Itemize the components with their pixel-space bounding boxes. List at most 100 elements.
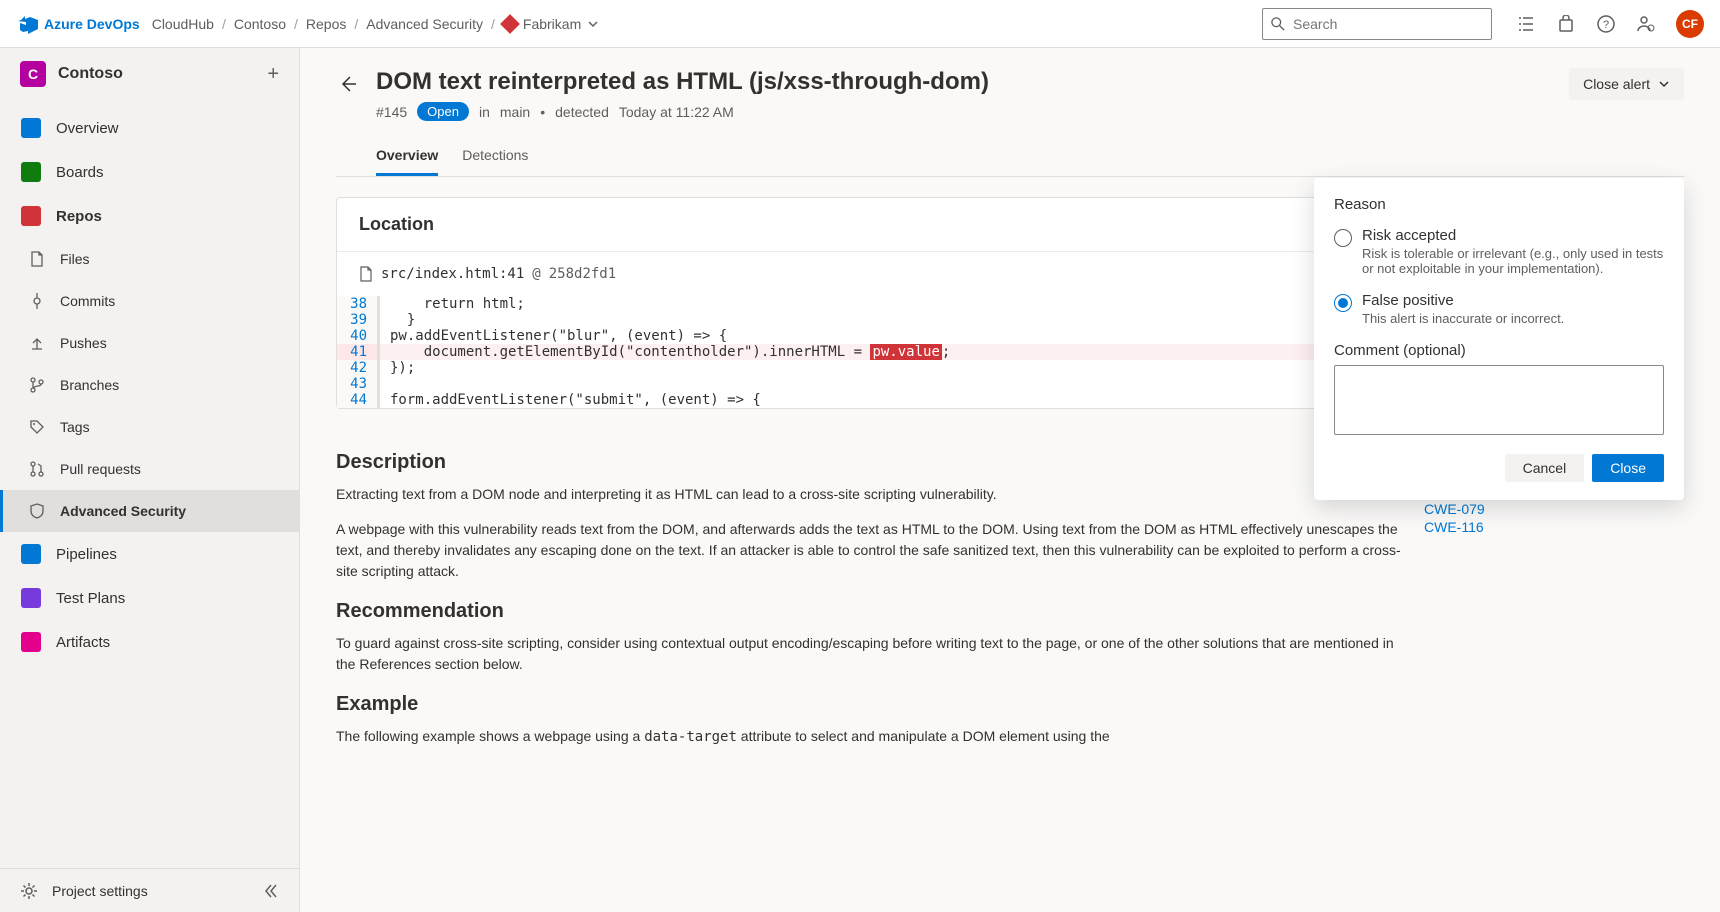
detected-time: Today at 11:22 AM bbox=[619, 104, 734, 120]
repo-diamond-icon bbox=[500, 14, 520, 34]
sidebar-item-branches[interactable]: Branches bbox=[0, 364, 299, 406]
close-reason-popover: Reason Risk acceptedRisk is tolerable or… bbox=[1314, 178, 1684, 500]
repo-name: Fabrikam bbox=[523, 16, 581, 32]
advanced-security-icon bbox=[28, 502, 46, 520]
search-input[interactable] bbox=[1293, 16, 1483, 32]
user-settings-icon[interactable] bbox=[1636, 14, 1656, 34]
avatar[interactable]: CF bbox=[1676, 10, 1704, 38]
description-p2: A webpage with this vulnerability reads … bbox=[336, 519, 1404, 582]
nav-label: Boards bbox=[56, 164, 104, 181]
pull-requests-icon bbox=[28, 460, 46, 478]
branches-icon bbox=[28, 376, 46, 394]
boards-icon bbox=[20, 161, 42, 183]
tab-overview[interactable]: Overview bbox=[376, 137, 438, 176]
weakness-link[interactable]: CWE-116 bbox=[1424, 519, 1684, 535]
pushes-icon bbox=[28, 334, 46, 352]
project-settings-label: Project settings bbox=[52, 883, 148, 899]
line-number: 44 bbox=[337, 392, 377, 408]
nav-label: Repos bbox=[56, 208, 102, 225]
breadcrumb: CloudHub / Contoso / Repos / Advanced Se… bbox=[152, 16, 600, 32]
breadcrumb-item[interactable]: Contoso bbox=[234, 16, 286, 32]
svg-text:?: ? bbox=[1603, 19, 1609, 31]
work-items-icon[interactable] bbox=[1516, 14, 1536, 34]
sidebar-item-overview[interactable]: Overview bbox=[0, 106, 299, 150]
nav-label: Pipelines bbox=[56, 546, 117, 563]
recommendation-heading: Recommendation bbox=[336, 600, 1404, 623]
brand-name[interactable]: Azure DevOps bbox=[44, 16, 140, 32]
chevron-down-icon bbox=[587, 18, 599, 30]
breadcrumb-item[interactable]: Repos bbox=[306, 16, 346, 32]
radio-label: False positive bbox=[1362, 292, 1564, 309]
nav-label: Commits bbox=[60, 293, 115, 309]
branch-name: main bbox=[500, 104, 530, 120]
radio-icon bbox=[1334, 294, 1352, 312]
search-icon bbox=[1271, 17, 1285, 31]
cancel-button[interactable]: Cancel bbox=[1505, 454, 1585, 482]
branch-prefix: in bbox=[479, 104, 490, 120]
line-number: 39 bbox=[337, 312, 377, 328]
radio-label: Risk accepted bbox=[1362, 227, 1664, 244]
description-p1: Extracting text from a DOM node and inte… bbox=[336, 484, 1404, 505]
gear-icon bbox=[20, 882, 38, 900]
azure-devops-logo[interactable] bbox=[16, 12, 40, 36]
sidebar-item-files[interactable]: Files bbox=[0, 238, 299, 280]
commits-icon bbox=[28, 292, 46, 310]
help-icon[interactable]: ? bbox=[1596, 14, 1616, 34]
nav-label: Artifacts bbox=[56, 634, 110, 651]
tab-detections[interactable]: Detections bbox=[462, 137, 528, 176]
breadcrumb-item[interactable]: CloudHub bbox=[152, 16, 214, 32]
pipelines-icon bbox=[20, 543, 42, 565]
status-badge: Open bbox=[417, 102, 469, 121]
breadcrumb-item[interactable]: Advanced Security bbox=[366, 16, 483, 32]
nav-label: Files bbox=[60, 251, 90, 267]
sidebar-footer[interactable]: Project settings bbox=[0, 868, 299, 912]
detected-prefix: detected bbox=[555, 104, 609, 120]
close-button[interactable]: Close bbox=[1592, 454, 1664, 482]
topbar: Azure DevOps CloudHub / Contoso / Repos … bbox=[0, 0, 1720, 48]
weakness-link[interactable]: CWE-079 bbox=[1424, 501, 1684, 517]
sidebar-item-commits[interactable]: Commits bbox=[0, 280, 299, 322]
project-name: Contoso bbox=[58, 65, 255, 83]
file-icon bbox=[359, 266, 373, 282]
radio-icon bbox=[1334, 229, 1352, 247]
tabs: Overview Detections bbox=[336, 137, 1684, 177]
nav-label: Overview bbox=[56, 120, 119, 137]
project-row[interactable]: C Contoso + bbox=[0, 48, 299, 100]
comment-input[interactable] bbox=[1334, 365, 1664, 435]
project-badge: C bbox=[20, 61, 46, 87]
add-icon[interactable]: + bbox=[267, 63, 279, 86]
sidebar-item-pushes[interactable]: Pushes bbox=[0, 322, 299, 364]
sidebar-item-artifacts[interactable]: Artifacts bbox=[0, 620, 299, 664]
tags-icon bbox=[28, 418, 46, 436]
radio-option-risk-accepted[interactable]: Risk acceptedRisk is tolerable or irrele… bbox=[1334, 227, 1664, 276]
collapse-icon[interactable] bbox=[263, 883, 279, 899]
sidebar-item-tags[interactable]: Tags bbox=[0, 406, 299, 448]
example-p: The following example shows a webpage us… bbox=[336, 726, 1404, 748]
nav-label: Tags bbox=[60, 419, 90, 435]
artifacts-icon bbox=[20, 631, 42, 653]
close-alert-button[interactable]: Close alert bbox=[1569, 68, 1684, 100]
recommendation-p: To guard against cross-site scripting, c… bbox=[336, 633, 1404, 675]
nav-label: Advanced Security bbox=[60, 503, 186, 519]
radio-option-false-positive[interactable]: False positive This alert is inaccurate o… bbox=[1334, 292, 1664, 326]
sidebar-item-pull-requests[interactable]: Pull requests bbox=[0, 448, 299, 490]
radio-description: This alert is inaccurate or incorrect. bbox=[1362, 311, 1564, 326]
repos-icon bbox=[20, 205, 42, 227]
sidebar-item-advanced-security[interactable]: Advanced Security bbox=[0, 490, 299, 532]
sidebar-item-pipelines[interactable]: Pipelines bbox=[0, 532, 299, 576]
nav-label: Pushes bbox=[60, 335, 107, 351]
sidebar-item-test-plans[interactable]: Test Plans bbox=[0, 576, 299, 620]
overview-icon bbox=[20, 117, 42, 139]
sidebar-item-boards[interactable]: Boards bbox=[0, 150, 299, 194]
line-number: 42 bbox=[337, 360, 377, 376]
chevron-down-icon bbox=[1658, 78, 1670, 90]
repo-selector[interactable]: Fabrikam bbox=[503, 16, 599, 32]
page-title: DOM text reinterpreted as HTML (js/xss-t… bbox=[376, 68, 1553, 96]
marketplace-icon[interactable] bbox=[1556, 14, 1576, 34]
file-path: src/index.html:41 bbox=[381, 266, 524, 282]
back-arrow-icon[interactable] bbox=[336, 72, 360, 96]
comment-label: Comment (optional) bbox=[1334, 342, 1664, 359]
files-icon bbox=[28, 250, 46, 268]
search-box[interactable] bbox=[1262, 8, 1492, 40]
sidebar-item-repos[interactable]: Repos bbox=[0, 194, 299, 238]
